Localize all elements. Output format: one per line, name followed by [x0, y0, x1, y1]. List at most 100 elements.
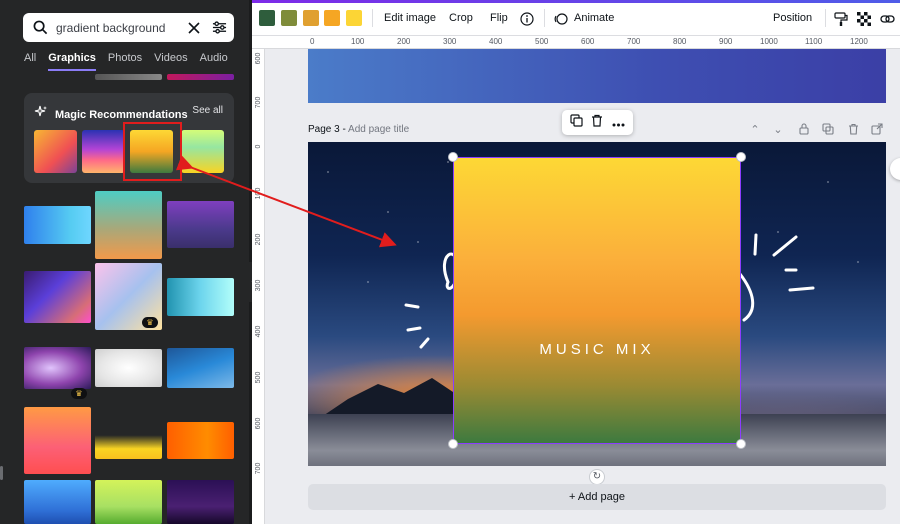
recommendation-thumb[interactable]	[34, 130, 77, 173]
element-quick-actions	[562, 110, 633, 135]
transparency-icon[interactable]	[855, 10, 873, 28]
ruler-label: 200	[255, 233, 262, 246]
rotate-handle-icon[interactable]: ↻	[589, 469, 605, 485]
tab-audio[interactable]: Audio	[200, 52, 228, 71]
page-title-placeholder[interactable]: Add page title	[348, 124, 409, 135]
magic-title: Magic Recommendations	[55, 108, 188, 121]
ruler-label: 0	[310, 37, 315, 46]
search-input[interactable]: gradient background	[56, 21, 178, 35]
design-title-text[interactable]: MUSIC MIX	[454, 341, 740, 358]
result-thumb[interactable]	[95, 191, 162, 259]
ruler-label: 500	[535, 37, 549, 46]
toolbar-divider	[372, 9, 373, 27]
result-thumb[interactable]	[167, 480, 234, 524]
result-thumb[interactable]	[95, 480, 162, 524]
ruler-label: 600	[581, 37, 595, 46]
ruler-label: 700	[255, 462, 262, 475]
result-thumb[interactable]	[167, 422, 234, 459]
tab-photos[interactable]: Photos	[108, 52, 142, 71]
result-thumb[interactable]	[95, 74, 162, 80]
ruler-label: 100	[255, 187, 262, 200]
lock-icon[interactable]	[797, 122, 811, 136]
recommendation-thumb[interactable]	[82, 130, 125, 173]
edit-image-button[interactable]: Edit image	[384, 12, 436, 24]
result-thumb[interactable]	[24, 407, 91, 474]
color-swatch[interactable]	[281, 10, 297, 26]
ruler-label: 500	[255, 371, 262, 384]
content-tabs: All Graphics Photos Videos Audio	[24, 52, 228, 71]
ruler-label: 400	[489, 37, 503, 46]
vertical-ruler: 600 700 0 100 200 300 400 500 600 700	[252, 49, 265, 524]
top-accent-bar	[252, 0, 900, 3]
paint-format-icon[interactable]	[832, 10, 850, 28]
chevron-down-icon[interactable]: ⌄	[771, 122, 785, 136]
result-thumb[interactable]	[167, 278, 234, 316]
ruler-label: 0	[255, 144, 262, 149]
premium-crown-icon: ♛	[142, 317, 158, 328]
result-thumb[interactable]	[24, 347, 91, 389]
ruler-label: 700	[255, 96, 262, 109]
animate-button[interactable]: Animate	[574, 12, 614, 24]
see-all-link[interactable]: See all	[192, 105, 223, 116]
result-thumb[interactable]	[24, 271, 91, 323]
ruler-label: 300	[255, 279, 262, 292]
color-swatch[interactable]	[303, 10, 319, 26]
chevron-up-icon[interactable]: ⌃	[748, 122, 762, 136]
horizontal-ruler: 0 100 200 300 400 500 600 700 800 900 10…	[252, 36, 900, 49]
ruler-label: 700	[627, 37, 641, 46]
ruler-label: 400	[255, 325, 262, 338]
ruler-label: 100	[351, 37, 365, 46]
ruler-label: 900	[719, 37, 733, 46]
side-panel: gradient background All Graphics Photos …	[0, 0, 249, 524]
flip-button[interactable]: Flip	[490, 12, 508, 24]
toolbar-divider	[825, 9, 826, 27]
toolbar-divider	[544, 9, 545, 27]
recommendation-thumb[interactable]	[181, 130, 224, 173]
clear-icon[interactable]	[185, 19, 203, 37]
canva-editor: gradient background All Graphics Photos …	[0, 0, 900, 524]
resize-handle-top-left[interactable]	[448, 152, 458, 162]
resize-handle-bottom-right[interactable]	[736, 439, 746, 449]
resize-handle-top-right[interactable]	[736, 152, 746, 162]
color-swatch[interactable]	[259, 10, 275, 26]
result-thumb[interactable]	[24, 480, 91, 524]
selected-gradient-frame[interactable]: MUSIC MIX	[453, 157, 741, 444]
tab-all[interactable]: All	[24, 52, 36, 71]
highlight-box	[123, 122, 182, 181]
add-page-button[interactable]: + Add page	[308, 484, 886, 510]
ruler-label: 600	[255, 417, 262, 430]
side-scroll-button[interactable]	[890, 158, 900, 180]
delete-icon[interactable]	[591, 114, 603, 132]
duplicate-page-icon[interactable]	[821, 122, 835, 136]
search-bar[interactable]: gradient background	[23, 13, 234, 42]
editor-toolbar: Edit image Crop Flip Animate Position	[252, 0, 900, 36]
add-page-icon[interactable]	[870, 122, 884, 136]
scrollbar[interactable]	[0, 466, 3, 480]
filter-icon[interactable]	[210, 19, 228, 37]
ruler-label: 600	[255, 52, 262, 65]
ruler-label: 300	[443, 37, 457, 46]
ruler-label: 800	[673, 37, 687, 46]
tab-graphics[interactable]: Graphics	[48, 52, 96, 71]
crop-button[interactable]: Crop	[449, 12, 473, 24]
duplicate-icon[interactable]	[570, 113, 583, 132]
result-thumb[interactable]	[95, 349, 162, 387]
delete-page-icon[interactable]	[846, 122, 860, 136]
color-swatch[interactable]	[324, 10, 340, 26]
page-title[interactable]: Page 3 - Add page title	[308, 124, 409, 135]
position-button[interactable]: Position	[773, 12, 812, 24]
color-swatch[interactable]	[346, 10, 362, 26]
info-icon[interactable]	[518, 10, 536, 28]
result-thumb[interactable]	[167, 74, 234, 80]
result-thumb[interactable]	[95, 425, 162, 459]
link-icon[interactable]	[878, 10, 896, 28]
page-2-canvas[interactable]	[308, 49, 886, 103]
resize-handle-bottom-left[interactable]	[448, 439, 458, 449]
result-thumb[interactable]	[167, 201, 234, 248]
more-options-icon[interactable]	[612, 114, 625, 132]
result-thumb[interactable]	[24, 206, 91, 244]
tab-videos[interactable]: Videos	[154, 52, 187, 71]
result-thumb[interactable]	[167, 348, 234, 388]
animate-icon[interactable]	[552, 10, 570, 28]
ruler-label: 1200	[850, 37, 868, 46]
